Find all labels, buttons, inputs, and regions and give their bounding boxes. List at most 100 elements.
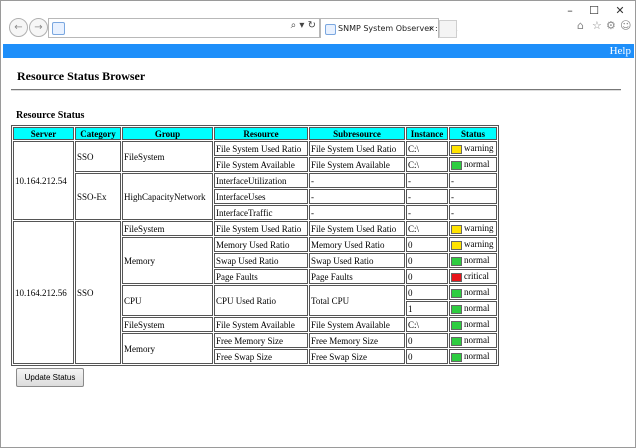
header-server: Server bbox=[13, 127, 74, 140]
normal-status-icon bbox=[451, 352, 462, 362]
header-category: Category bbox=[75, 127, 121, 140]
subresource-cell: Free Swap Size bbox=[309, 349, 405, 364]
subresource-cell: - bbox=[309, 173, 405, 188]
status-label: normal bbox=[464, 303, 490, 314]
subresource-cell: - bbox=[309, 189, 405, 204]
status-label: critical bbox=[464, 271, 489, 282]
subresource-cell: File System Available bbox=[309, 317, 405, 332]
server-cell: 10.164.212.56 bbox=[13, 221, 74, 364]
status-cell: - bbox=[449, 205, 497, 220]
status-cell: normal bbox=[449, 333, 497, 348]
resource-cell: File System Available bbox=[214, 317, 308, 332]
group-cell: CPU bbox=[122, 285, 213, 316]
status-label: warning bbox=[464, 239, 494, 250]
forward-arrow-icon: → bbox=[34, 22, 43, 33]
table-row: 10.164.212.54 SSO FileSystem File System… bbox=[13, 141, 497, 220]
resource-cell: Page Faults bbox=[214, 269, 308, 284]
home-icon[interactable]: ⌂ bbox=[577, 19, 584, 32]
subresource-cell: File System Used Ratio bbox=[309, 141, 405, 156]
instance-cell: C:\ bbox=[406, 141, 448, 156]
warning-status-icon bbox=[451, 224, 462, 234]
normal-status-icon bbox=[451, 256, 462, 266]
subresource-cell: - bbox=[309, 205, 405, 220]
group-cell: FileSystem bbox=[122, 317, 213, 332]
resource-cell: CPU Used Ratio bbox=[214, 285, 308, 316]
status-cell: normal bbox=[449, 157, 497, 172]
instance-cell: 1 bbox=[406, 301, 448, 316]
normal-status-icon bbox=[451, 320, 462, 330]
header-instance: Instance bbox=[406, 127, 448, 140]
header-status: Status bbox=[449, 127, 497, 140]
smiley-feedback-icon[interactable]: ☺ bbox=[620, 19, 631, 32]
normal-status-icon bbox=[451, 336, 462, 346]
category-cell: SSO-Ex bbox=[75, 173, 121, 220]
tab-snmp-observer[interactable]: SNMP System Observer : Re... × bbox=[320, 18, 458, 38]
warning-status-icon bbox=[451, 240, 462, 250]
instance-cell: C:\ bbox=[406, 157, 448, 172]
address-tools[interactable]: ⌕ ▾ ↻ bbox=[291, 20, 316, 31]
status-label: warning bbox=[464, 143, 494, 154]
resource-cell: File System Used Ratio bbox=[214, 221, 308, 236]
subresource-cell: File System Available bbox=[309, 157, 405, 172]
status-label: normal bbox=[464, 351, 490, 362]
subresource-cell: Total CPU bbox=[309, 285, 405, 316]
instance-cell: 0 bbox=[406, 237, 448, 252]
settings-gear-icon[interactable]: ⚙ bbox=[606, 19, 616, 32]
table-row: 10.164.212.56 SSO FileSystem File System… bbox=[13, 221, 497, 364]
group-cell: Memory bbox=[122, 333, 213, 364]
status-label: warning bbox=[464, 223, 494, 234]
category-cell: SSO bbox=[75, 141, 121, 172]
group-cell: FileSystem bbox=[122, 221, 213, 236]
resource-status-table: Server Category Group Resource Subresour… bbox=[11, 125, 499, 366]
maximize-button[interactable]: ☐ bbox=[587, 4, 601, 17]
forward-button[interactable]: → bbox=[29, 18, 48, 37]
status-cell: normal bbox=[449, 253, 497, 268]
server-cell: 10.164.212.54 bbox=[13, 141, 74, 220]
page-title: Resource Status Browser bbox=[17, 69, 146, 83]
close-window-button[interactable]: ✕ bbox=[613, 4, 627, 17]
browser-window: – ☐ ✕ ← → ⌕ ▾ ↻ SNMP System Observer : R… bbox=[0, 0, 636, 448]
status-cell: normal bbox=[449, 285, 497, 300]
header-group: Group bbox=[122, 127, 213, 140]
tab-close-icon[interactable]: × bbox=[428, 19, 435, 38]
minimize-button[interactable]: – bbox=[563, 4, 577, 17]
instance-cell: 0 bbox=[406, 349, 448, 364]
instance-cell: 0 bbox=[406, 285, 448, 300]
status-cell: normal bbox=[449, 301, 497, 316]
status-cell: warning bbox=[449, 141, 497, 156]
instance-cell: 0 bbox=[406, 333, 448, 348]
category-cell: SSO bbox=[75, 221, 121, 364]
instance-cell: 0 bbox=[406, 269, 448, 284]
favorites-star-icon[interactable]: ☆ bbox=[592, 19, 602, 32]
status-label: normal bbox=[464, 255, 490, 266]
subresource-cell: Swap Used Ratio bbox=[309, 253, 405, 268]
help-link[interactable]: Help bbox=[610, 44, 631, 58]
tab-favicon-icon bbox=[325, 24, 336, 35]
resource-cell: Free Memory Size bbox=[214, 333, 308, 348]
address-bar[interactable]: ⌕ ▾ ↻ bbox=[48, 18, 320, 38]
section-title: Resource Status bbox=[16, 110, 85, 121]
normal-status-icon bbox=[451, 304, 462, 314]
app-header-bar: Help bbox=[3, 44, 634, 58]
header-subresource: Subresource bbox=[309, 127, 405, 140]
status-cell: warning bbox=[449, 237, 497, 252]
instance-cell: C:\ bbox=[406, 221, 448, 236]
normal-status-icon bbox=[451, 288, 462, 298]
header-resource: Resource bbox=[214, 127, 308, 140]
instance-cell: - bbox=[406, 205, 448, 220]
table-header-row: Server Category Group Resource Subresour… bbox=[13, 127, 497, 140]
resource-cell: InterfaceTraffic bbox=[214, 205, 308, 220]
normal-status-icon bbox=[451, 160, 462, 170]
group-cell: Memory bbox=[122, 237, 213, 284]
instance-cell: C:\ bbox=[406, 317, 448, 332]
instance-cell: 0 bbox=[406, 253, 448, 268]
new-tab-button[interactable] bbox=[439, 20, 457, 38]
status-cell: warning bbox=[449, 221, 497, 236]
status-cell: critical bbox=[449, 269, 497, 284]
back-button[interactable]: ← bbox=[9, 18, 28, 37]
update-status-button[interactable]: Update Status bbox=[16, 368, 84, 387]
instance-cell: - bbox=[406, 189, 448, 204]
status-cell: - bbox=[449, 189, 497, 204]
subresource-cell: Memory Used Ratio bbox=[309, 237, 405, 252]
status-cell: - bbox=[449, 173, 497, 188]
